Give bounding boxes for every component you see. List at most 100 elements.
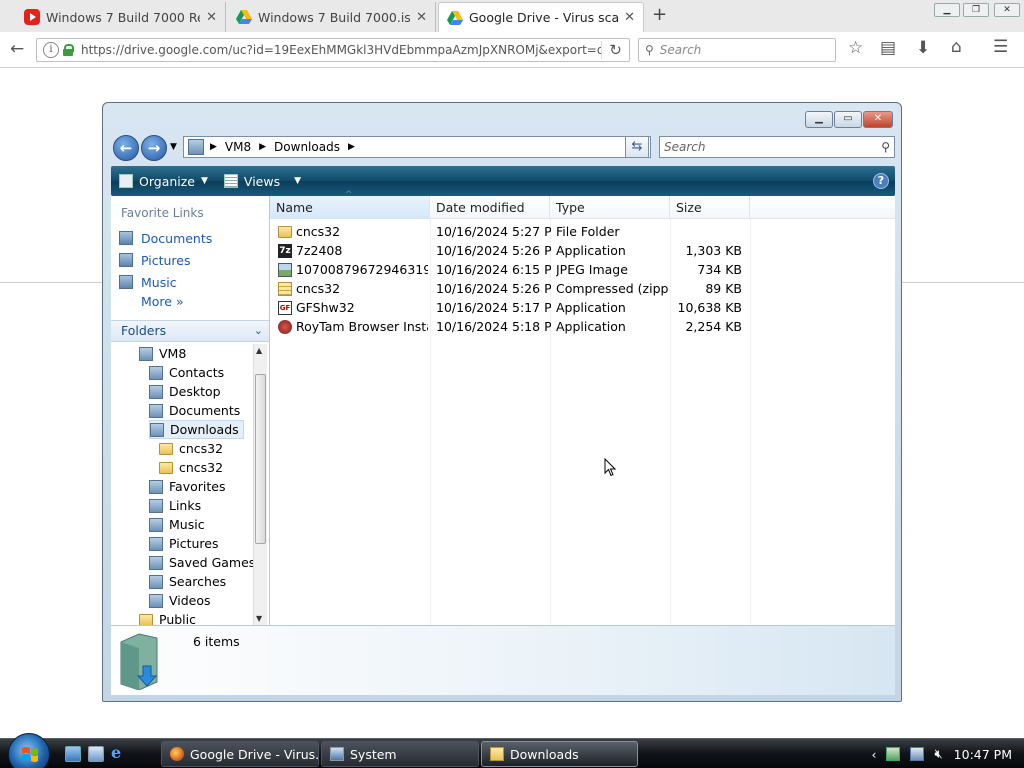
- close-window-button[interactable]: ✕: [994, 3, 1020, 17]
- taskbar-button[interactable]: Google Drive - Virus...: [161, 741, 319, 767]
- views-button[interactable]: Views ▼: [216, 168, 309, 194]
- file-row[interactable]: cncs32 10/16/2024 5:26 PM Compressed (zipp…: [270, 279, 895, 298]
- show-desktop-icon[interactable]: [65, 746, 81, 762]
- taskbar: e Google Drive - Virus... System Downloads…: [0, 733, 1024, 768]
- lock-icon: [63, 44, 74, 56]
- close-icon[interactable]: ✕: [416, 10, 427, 25]
- tree-item[interactable]: Desktop: [149, 382, 221, 401]
- file-name-cell: cncs32: [278, 222, 428, 241]
- favorite-link-music[interactable]: Music: [119, 272, 177, 292]
- close-button[interactable]: ✕: [863, 111, 893, 128]
- file-name-cell: 7z 7z2408: [278, 241, 428, 260]
- home-icon[interactable]: ⌂: [951, 37, 962, 57]
- tree-item[interactable]: Contacts: [149, 363, 224, 382]
- menu-icon[interactable]: ☰: [993, 37, 1008, 57]
- tree-item-label: cncs32: [179, 441, 224, 456]
- tree-item[interactable]: Documents: [149, 401, 240, 420]
- url-bar[interactable]: i https://drive.google.com/uc?id=19EexEh…: [36, 38, 630, 62]
- tree-item[interactable]: Downloads: [149, 420, 244, 439]
- column-header-type[interactable]: Type: [550, 196, 670, 219]
- clock[interactable]: 10:47 PM: [954, 747, 1012, 762]
- taskbar-button-label: Google Drive - Virus...: [190, 746, 319, 762]
- chevron-down-icon: ▼: [201, 176, 208, 186]
- folders-header[interactable]: Folders ⌄: [111, 320, 269, 342]
- special-folder-icon: [149, 403, 163, 418]
- file-row[interactable]: 1070087967294631976-... 10/16/2024 6:15 P…: [270, 260, 895, 279]
- favorite-link-pictures[interactable]: Pictures: [119, 250, 191, 270]
- file-row[interactable]: cncs32 10/16/2024 5:27 PM File Folder: [270, 222, 895, 241]
- taskbar-button[interactable]: System: [321, 741, 479, 767]
- special-folder-icon: [149, 555, 163, 570]
- back-button[interactable]: ←: [113, 135, 139, 161]
- reading-list-icon[interactable]: ▤: [880, 38, 896, 58]
- breadcrumb-arrow-icon[interactable]: ▶: [210, 142, 217, 152]
- taskbar-button[interactable]: Downloads: [481, 741, 638, 767]
- breadcrumb-arrow-icon[interactable]: ▶: [259, 142, 266, 152]
- column-header-size[interactable]: Size: [670, 196, 750, 219]
- scroll-up-icon[interactable]: ▲: [256, 346, 262, 355]
- organize-button[interactable]: Organize ▼: [111, 168, 216, 194]
- address-bar[interactable]: ▶ VM8 ▶ Downloads ▶ ▼: [183, 136, 651, 158]
- command-bar: Organize ▼ Views ▼ ?: [111, 166, 895, 196]
- tree-item[interactable]: cncs32: [159, 439, 223, 458]
- info-icon[interactable]: i: [43, 42, 59, 58]
- minimize-button[interactable]: ▁: [805, 111, 833, 128]
- switch-windows-icon[interactable]: [88, 746, 104, 762]
- restore-button[interactable]: ❐: [963, 3, 989, 17]
- browser-tab-iso[interactable]: Windows 7 Build 7000.iso - ✕: [228, 2, 436, 32]
- breadcrumb-vm8[interactable]: VM8: [225, 140, 251, 154]
- browser-search-input[interactable]: ⚲ Search: [638, 38, 836, 62]
- special-folder-icon: [139, 346, 153, 361]
- refresh-button[interactable]: ⇆: [625, 136, 649, 158]
- network-icon[interactable]: [886, 747, 901, 761]
- history-dropdown-icon[interactable]: ▼: [170, 142, 177, 152]
- minimize-button[interactable]: ▁: [934, 3, 960, 17]
- display-icon[interactable]: [910, 747, 925, 761]
- tree-item[interactable]: Searches: [149, 572, 226, 591]
- browser-tab-youtube[interactable]: Windows 7 Build 7000 Revie ✕: [16, 2, 226, 32]
- file-name-cell: cncs32: [278, 279, 428, 298]
- folder-icon: [490, 747, 504, 761]
- tree-scrollbar[interactable]: ▲ ▼: [253, 344, 267, 625]
- download-icon[interactable]: ⬇: [916, 38, 930, 58]
- back-arrow-icon[interactable]: ←: [10, 39, 24, 59]
- file-row[interactable]: GF GFShw32 10/16/2024 5:17 PM Application 10…: [270, 298, 895, 317]
- bookmark-star-icon[interactable]: ☆: [848, 38, 863, 58]
- volume-muted-icon[interactable]: 🔇︎: [934, 747, 942, 762]
- more-links-button[interactable]: More »: [141, 294, 184, 309]
- forward-button[interactable]: →: [141, 135, 167, 161]
- tree-item[interactable]: Links: [149, 496, 201, 515]
- zip-icon: [278, 281, 292, 296]
- tree-item[interactable]: Pictures: [149, 534, 219, 553]
- column-header-date[interactable]: Date modified: [430, 196, 550, 219]
- tree-item[interactable]: Music: [149, 515, 205, 534]
- file-row[interactable]: RoyTam Browser Instal... 10/16/2024 5:18 …: [270, 317, 895, 336]
- folder-icon: [159, 461, 173, 474]
- close-icon[interactable]: ✕: [624, 10, 635, 25]
- favorite-link-documents[interactable]: Documents: [119, 228, 212, 248]
- tree-item-label: Music: [169, 517, 205, 532]
- tree-item[interactable]: Favorites: [149, 477, 225, 496]
- tree-item[interactable]: VM8: [139, 344, 186, 363]
- breadcrumb-arrow-icon[interactable]: ▶: [348, 142, 355, 152]
- new-tab-button[interactable]: +: [652, 4, 667, 25]
- explorer-search-input[interactable]: Search ⚲: [659, 136, 895, 158]
- file-row[interactable]: 7z 7z2408 10/16/2024 5:26 PM Application 1,3…: [270, 241, 895, 260]
- special-folder-icon: [149, 479, 163, 494]
- tree-item[interactable]: Saved Games: [149, 553, 255, 572]
- close-icon[interactable]: ✕: [206, 10, 217, 25]
- browser-tab-virus-scan[interactable]: Google Drive - Virus scan wa ✕: [438, 2, 644, 32]
- show-hidden-icons-icon[interactable]: ‹: [871, 747, 876, 762]
- scroll-down-icon[interactable]: ▼: [256, 614, 262, 623]
- jpeg-icon: [278, 262, 292, 277]
- maximize-button[interactable]: ▭: [834, 111, 862, 128]
- special-folder-icon: [149, 517, 163, 532]
- reload-icon[interactable]: ↻: [601, 41, 629, 59]
- internet-explorer-icon[interactable]: e: [111, 745, 127, 762]
- help-icon[interactable]: ?: [873, 173, 889, 189]
- tree-item[interactable]: Videos: [149, 591, 211, 610]
- start-button[interactable]: [8, 733, 50, 768]
- tree-item[interactable]: cncs32: [159, 458, 223, 477]
- breadcrumb-downloads[interactable]: Downloads: [274, 140, 340, 154]
- scroll-thumb[interactable]: [255, 374, 266, 544]
